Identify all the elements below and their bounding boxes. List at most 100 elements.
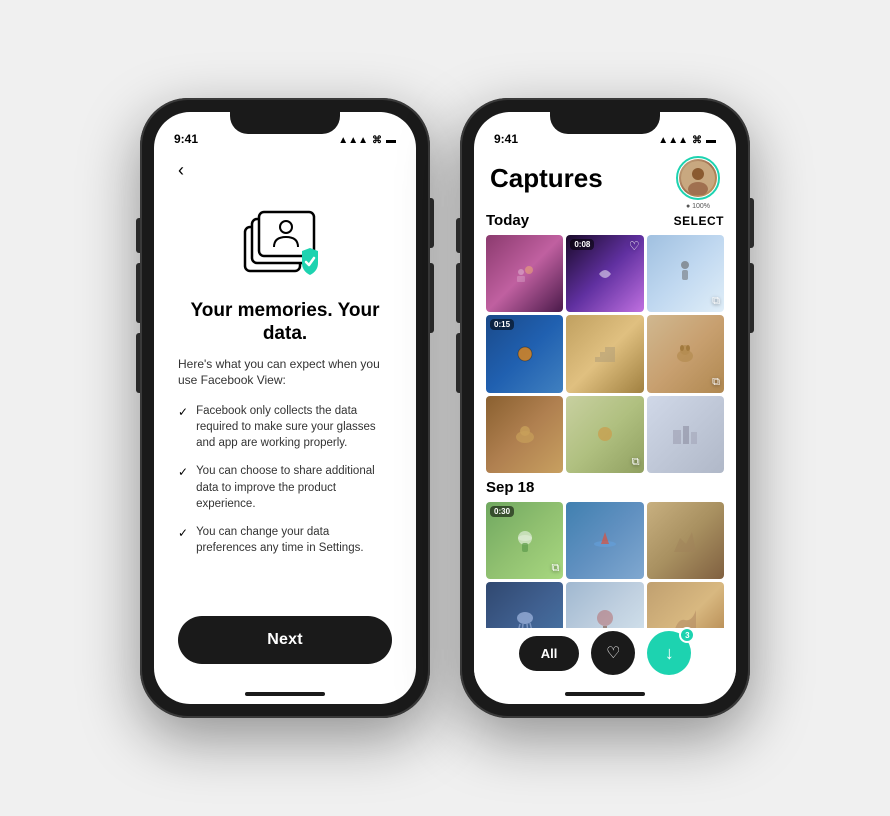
home-bar-right (474, 684, 736, 704)
notch (230, 112, 340, 134)
avatar-image (679, 159, 717, 197)
privacy-screen: ‹ Your memories. Your data. Here's what … (154, 152, 416, 684)
copy-8: ⧉ (632, 456, 640, 469)
stairs-icon (593, 342, 617, 366)
avatar-percent: ● 100% (686, 203, 710, 210)
left-phone-screen: 9:41 ▲▲▲ ⌘ ▬ ‹ (154, 112, 416, 704)
wifi-icon-left: ⌘ (372, 135, 382, 146)
bullet-item-3: ✓ You can change your data preferences a… (178, 524, 392, 556)
copy-10: ⧉ (551, 562, 559, 575)
copy-3: ⧉ (712, 295, 720, 308)
concert-icon (513, 262, 537, 286)
today-section-header: Today SELECT (486, 212, 724, 229)
sep18-grid: 0:30 ⧉ (486, 502, 724, 628)
thumb-sep18-1[interactable]: 0:30 ⧉ (486, 502, 563, 579)
thumb-today-6[interactable]: ⧉ (647, 315, 724, 392)
check-3: ✓ (178, 525, 188, 556)
back-button[interactable]: ‹ (178, 152, 392, 189)
canyon-icon (672, 608, 698, 628)
captures-scroll[interactable]: Today SELECT (474, 208, 736, 628)
thumb-bg-7 (486, 396, 563, 473)
thumb-sep18-6[interactable] (647, 582, 724, 628)
captures-title: Captures (490, 163, 603, 194)
duration-4: 0:15 (490, 319, 514, 330)
next-button[interactable]: Next (178, 616, 392, 664)
privacy-heading: Your memories. Your data. (178, 300, 392, 346)
heart-hands-icon (591, 260, 619, 288)
avatar-svg (681, 161, 715, 195)
heart-filter-button[interactable]: ♡ (591, 631, 635, 675)
bullet-text-1: Facebook only collects the data required… (196, 403, 392, 451)
sep18-label: Sep 18 (486, 479, 534, 496)
captures-header: Captures ● 100% (474, 152, 736, 208)
right-phone-screen: 9:41 ▲▲▲ ⌘ ▬ Captures ● 1 (474, 112, 736, 704)
bottom-nav: All ♡ ↓ 3 (474, 628, 736, 684)
thumb-today-3[interactable]: ⧉ (647, 235, 724, 312)
home-bar-left (154, 684, 416, 704)
jellyfish-icon (512, 608, 538, 628)
home-indicator-right (565, 692, 645, 696)
select-button[interactable]: SELECT (674, 214, 724, 228)
status-time-left: 9:41 (174, 132, 198, 146)
today-label: Today (486, 212, 529, 229)
thumb-bg-1 (486, 235, 563, 312)
copy-6: ⧉ (712, 376, 720, 389)
thumb-bg-15 (647, 582, 724, 628)
battery-icon-left: ▬ (386, 135, 396, 146)
check-2: ✓ (178, 464, 188, 511)
kayak-icon (592, 528, 618, 554)
captures-screen: Captures ● 100% Today SELEC (474, 152, 736, 684)
volume-button-right2 (750, 263, 754, 333)
thumb-bg-13 (486, 582, 563, 628)
thumb-bg-14 (566, 582, 643, 628)
volume-down-right (456, 333, 460, 393)
left-phone: 9:41 ▲▲▲ ⌘ ▬ ‹ (140, 98, 430, 718)
thumb-today-7[interactable] (486, 396, 563, 473)
thumb-sep18-4[interactable] (486, 582, 563, 628)
frisbee-icon (512, 528, 538, 554)
thumb-sep18-5[interactable] (566, 582, 643, 628)
home-indicator-left (245, 692, 325, 696)
wifi-icon-right: ⌘ (692, 135, 702, 146)
privacy-icon-area (178, 189, 392, 300)
power-button (430, 198, 434, 248)
volume-down-button (136, 333, 140, 393)
thumb-sep18-2[interactable] (566, 502, 643, 579)
right-phone: 9:41 ▲▲▲ ⌘ ▬ Captures ● 1 (460, 98, 750, 718)
thumb-bg-11 (566, 502, 643, 579)
status-time-right: 9:41 (494, 132, 518, 146)
thumb-bg-9 (647, 396, 724, 473)
duration-2: 0:08 (570, 239, 594, 250)
status-icons-left: ▲▲▲ ⌘ ▬ (338, 135, 396, 146)
basketball-icon (511, 344, 539, 364)
privacy-bullets: ✓ Facebook only collects the data requir… (178, 403, 392, 616)
download-icon: ↓ (665, 643, 674, 664)
download-button[interactable]: ↓ 3 (647, 631, 691, 675)
notch-right (550, 112, 660, 134)
all-filter-button[interactable]: All (519, 636, 580, 671)
dog3-icon (591, 422, 619, 446)
avatar-ring[interactable]: ● 100% (676, 156, 720, 200)
check-1: ✓ (178, 404, 188, 451)
dog-icon (671, 342, 699, 366)
thumb-today-1[interactable] (486, 235, 563, 312)
signal-icon-right: ▲▲▲ (658, 135, 688, 146)
city-icon (671, 422, 699, 446)
volume-up-button (136, 263, 140, 323)
battery-icon-right: ▬ (706, 135, 716, 146)
heart-2: ♡ (629, 239, 640, 253)
thumb-today-8[interactable]: ⧉ (566, 396, 643, 473)
thumb-today-9[interactable] (647, 396, 724, 473)
tree-icon (592, 608, 618, 628)
thumb-today-5[interactable] (566, 315, 643, 392)
thumb-bg-12 (647, 502, 724, 579)
today-grid: 0:08 ♡ ⧉ (486, 235, 724, 473)
thumb-today-4[interactable]: 0:15 (486, 315, 563, 392)
privacy-subtext: Here's what you can expect when you use … (178, 356, 392, 390)
climb-icon (672, 528, 698, 554)
thumb-sep18-3[interactable] (647, 502, 724, 579)
signal-icon-left: ▲▲▲ (338, 135, 368, 146)
bullet-item-1: ✓ Facebook only collects the data requir… (178, 403, 392, 451)
mute-button-right (456, 218, 460, 253)
thumb-today-2[interactable]: 0:08 ♡ (566, 235, 643, 312)
